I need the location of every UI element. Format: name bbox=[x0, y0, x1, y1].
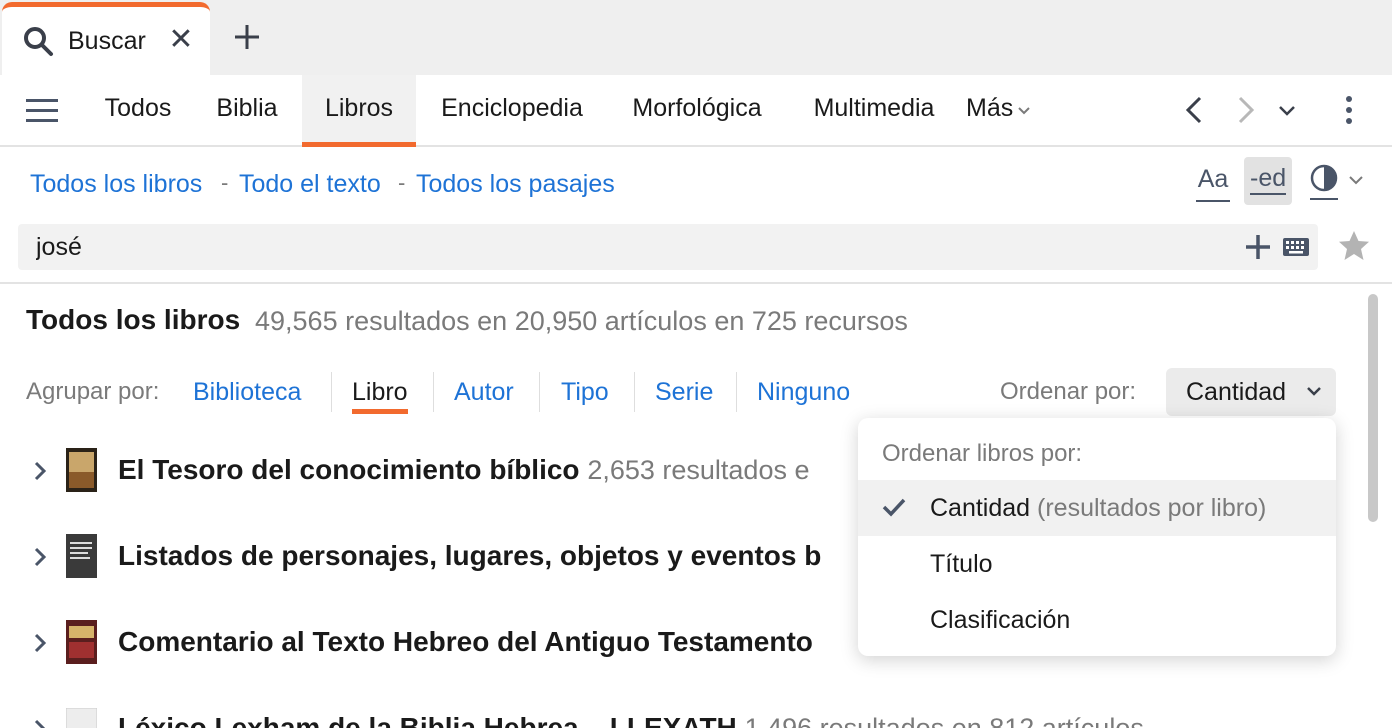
sort-menu-header: Ordenar libros por: bbox=[882, 440, 1083, 467]
book-title: El Tesoro del conocimiento bíblico bbox=[118, 454, 580, 485]
chevron-right-icon[interactable] bbox=[32, 718, 48, 728]
sort-option-clasificacion[interactable]: Clasificación bbox=[858, 592, 1336, 648]
chevron-right-icon[interactable] bbox=[32, 460, 48, 482]
word-forms-label: -ed bbox=[1250, 163, 1287, 195]
search-box bbox=[18, 224, 1318, 270]
plus-icon[interactable] bbox=[232, 22, 262, 52]
result-count: 2,653 resultados e bbox=[587, 455, 810, 485]
scrollbar[interactable] bbox=[1368, 294, 1378, 522]
tab-morfologica[interactable]: Morfológica bbox=[612, 75, 782, 147]
close-icon[interactable]: ✕ bbox=[168, 25, 194, 55]
back-arrow-icon[interactable] bbox=[1180, 95, 1210, 125]
group-divider bbox=[736, 372, 737, 412]
add-term-icon[interactable] bbox=[1244, 233, 1272, 261]
scope-separator: - bbox=[398, 170, 406, 195]
group-option-tipo[interactable]: Tipo bbox=[561, 378, 609, 407]
row-title: Listados de personajes, lugares, objetos… bbox=[118, 540, 821, 572]
sort-option-titulo[interactable]: Título bbox=[858, 536, 1336, 592]
book-cover bbox=[66, 534, 97, 578]
row-title: Comentario al Texto Hebreo del Antiguo T… bbox=[118, 626, 813, 658]
result-count: 1,496 resultados en 812 artículos bbox=[744, 713, 1144, 728]
group-divider bbox=[433, 372, 434, 412]
group-option-ninguno[interactable]: Ninguno bbox=[757, 378, 850, 407]
star-icon[interactable] bbox=[1336, 228, 1372, 264]
chevron-right-icon[interactable] bbox=[32, 632, 48, 654]
tab-title: Buscar bbox=[68, 27, 146, 55]
sort-option-label: Cantidad (resultados por libro) bbox=[930, 494, 1267, 522]
row-title: Léxico Lexham de la Biblia Hebrea – LLEX… bbox=[118, 712, 1144, 728]
hamburger-icon[interactable] bbox=[26, 97, 58, 125]
results-summary: 49,565 resultados en 20,950 artículos en… bbox=[255, 306, 908, 336]
scope-passages-link[interactable]: Todos los pasajes bbox=[416, 170, 615, 199]
chevron-right-icon[interactable] bbox=[32, 546, 48, 568]
divider bbox=[0, 282, 1392, 284]
tab-mas-label: Más bbox=[966, 94, 1014, 122]
group-option-autor[interactable]: Autor bbox=[454, 378, 514, 407]
book-cover bbox=[66, 708, 97, 728]
sort-selected-value: Cantidad bbox=[1186, 378, 1287, 406]
tab-mas[interactable]: Más bbox=[966, 75, 1048, 147]
nav-bar: Todos Biblia Libros Enciclopedia Morfoló… bbox=[0, 75, 1392, 147]
tab-enciclopedia[interactable]: Enciclopedia bbox=[420, 75, 604, 147]
list-item[interactable]: Léxico Lexham de la Biblia Hebrea – LLEX… bbox=[0, 700, 1392, 728]
display-mode-icon[interactable] bbox=[1308, 163, 1368, 203]
tab-biblia[interactable]: Biblia bbox=[196, 75, 298, 147]
scope-separator: - bbox=[221, 170, 229, 195]
book-title: Léxico Lexham de la Biblia Hebrea – LLEX… bbox=[118, 712, 737, 728]
group-option-libro[interactable]: Libro bbox=[352, 378, 408, 414]
sort-option-label: Título bbox=[930, 550, 993, 578]
sort-dropdown[interactable]: Cantidad bbox=[1166, 368, 1336, 416]
tab-search[interactable]: Buscar ✕ bbox=[2, 2, 210, 75]
word-forms-button[interactable]: -ed bbox=[1244, 157, 1292, 205]
chevron-down-icon bbox=[1307, 387, 1321, 396]
search-icon bbox=[24, 27, 53, 56]
sort-option-label: Clasificación bbox=[930, 606, 1071, 634]
forward-arrow-icon[interactable] bbox=[1230, 95, 1260, 125]
tab-strip: Buscar ✕ bbox=[0, 0, 1392, 75]
history-chevron-icon[interactable] bbox=[1272, 95, 1302, 125]
chevron-down-icon bbox=[1018, 107, 1030, 115]
sort-option-cantidad[interactable]: Cantidad (resultados por libro) bbox=[858, 480, 1336, 536]
keyboard-icon[interactable] bbox=[1282, 236, 1310, 258]
checkmark-icon bbox=[882, 498, 906, 517]
group-by-label: Agrupar por: bbox=[26, 378, 160, 405]
book-title: Listados de personajes, lugares, objetos… bbox=[118, 540, 822, 571]
row-title: El Tesoro del conocimiento bíblico 2,653… bbox=[118, 454, 810, 486]
group-divider bbox=[331, 372, 332, 412]
results-title: Todos los libros bbox=[26, 304, 241, 335]
group-option-biblioteca[interactable]: Biblioteca bbox=[193, 378, 301, 407]
scope-text-link[interactable]: Todo el texto bbox=[239, 170, 381, 199]
group-divider bbox=[634, 372, 635, 412]
sort-menu: Ordenar libros por: Cantidad (resultados… bbox=[858, 418, 1336, 656]
more-options-icon[interactable] bbox=[1334, 95, 1364, 125]
tab-todos[interactable]: Todos bbox=[84, 75, 192, 147]
search-input[interactable] bbox=[36, 224, 1236, 270]
scope-books-link[interactable]: Todos los libros bbox=[30, 170, 202, 199]
tab-multimedia[interactable]: Multimedia bbox=[790, 75, 958, 147]
book-cover bbox=[66, 448, 97, 492]
font-size-button[interactable]: Aa bbox=[1196, 162, 1230, 202]
sort-by-label: Ordenar por: bbox=[1000, 378, 1137, 405]
book-cover bbox=[66, 620, 97, 664]
book-title: Comentario al Texto Hebreo del Antiguo T… bbox=[118, 626, 813, 657]
group-option-serie[interactable]: Serie bbox=[655, 378, 713, 407]
tab-libros[interactable]: Libros bbox=[302, 75, 416, 147]
group-divider bbox=[539, 372, 540, 412]
